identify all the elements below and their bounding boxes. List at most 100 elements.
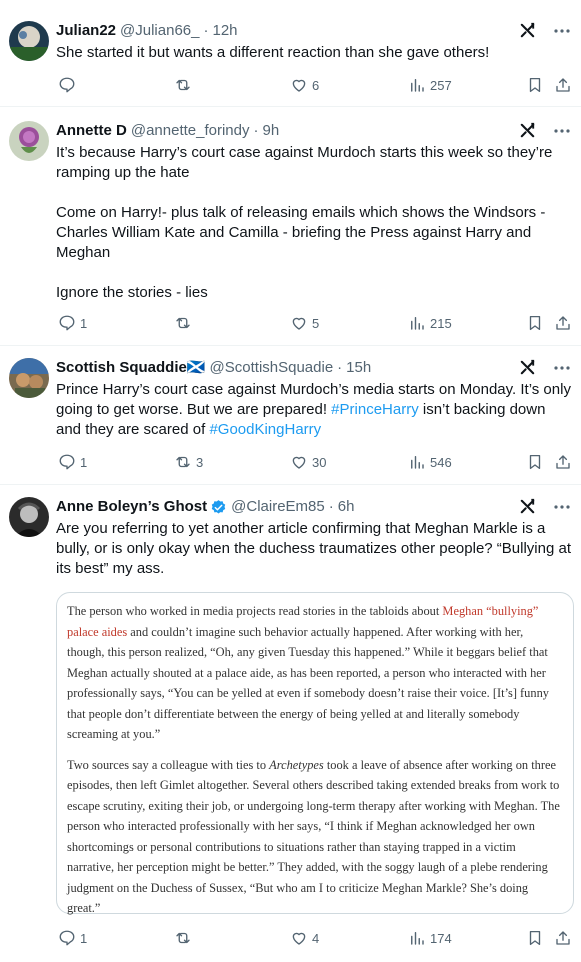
views-button[interactable]: 215 [408, 313, 452, 333]
like-count: 6 [312, 77, 320, 93]
tweet-top-icons [518, 497, 571, 521]
verified-badge-icon [211, 499, 226, 514]
avatar[interactable] [9, 497, 49, 537]
like-button[interactable]: 4 [290, 928, 319, 948]
bookmark-icon [529, 77, 541, 93]
article-italic: Archetypes [269, 757, 324, 772]
like-button[interactable]: 5 [290, 313, 319, 333]
views-button[interactable]: 257 [408, 75, 452, 95]
bookmark-button[interactable] [526, 452, 544, 472]
tweet[interactable]: Annette D @annette_forindy · 9h It’s bec… [0, 107, 581, 346]
separator-dot: · [203, 22, 209, 39]
timestamp[interactable]: 9h [262, 121, 279, 141]
tweet-actions: 1 3 30 546 [56, 452, 571, 472]
share-button[interactable] [554, 452, 572, 472]
user-handle[interactable]: @annette_forindy [131, 121, 250, 141]
timestamp[interactable]: 12h [212, 21, 237, 41]
heart-icon [292, 456, 306, 469]
more-options-icon[interactable] [553, 498, 571, 521]
tweet-top-icons [518, 358, 571, 382]
reply-icon [59, 77, 75, 93]
user-handle[interactable]: @ClaireEm85 [231, 497, 325, 517]
reply-button[interactable]: 1 [58, 928, 87, 948]
more-options-icon[interactable] [553, 122, 571, 145]
views-count: 546 [430, 454, 452, 470]
avatar-image [9, 21, 49, 61]
tweet-actions: 1 5 215 [56, 313, 571, 333]
views-icon [411, 456, 424, 469]
reply-count: 1 [80, 315, 88, 331]
hashtag-link[interactable]: #GoodKingHarry [209, 421, 321, 438]
like-count: 4 [312, 930, 320, 946]
retweet-icon [176, 932, 190, 944]
reply-button[interactable]: 1 [58, 452, 87, 472]
tweet-text: Are you referring to yet another article… [56, 520, 576, 577]
display-name[interactable]: Scottish Squaddie🏴󠁧󠁢󠁳󠁣󠁴󠁿 [56, 358, 206, 378]
share-icon [556, 455, 570, 469]
hashtag-link[interactable]: #PrinceHarry [331, 401, 419, 418]
tweet-text: She started it but wants a different rea… [56, 44, 490, 61]
share-button[interactable] [554, 75, 572, 95]
tweet-header: Scottish Squaddie🏴󠁧󠁢󠁳󠁣󠁴󠁿 @ScottishSquadi… [56, 358, 571, 378]
display-name[interactable]: Julian22 [56, 21, 116, 41]
views-button[interactable]: 174 [408, 928, 452, 948]
timestamp[interactable]: 6h [338, 497, 355, 517]
article-text-part: and couldn’t imagine such behavior actua… [67, 624, 549, 742]
grok-icon[interactable] [518, 358, 537, 382]
user-handle[interactable]: @Julian66_ [120, 21, 199, 41]
tweet[interactable]: Anne Boleyn’s Ghost @ClaireEm85 · 6h Are… [0, 485, 581, 962]
tweet-actions: 6 257 [56, 75, 571, 95]
views-icon [411, 932, 424, 945]
tweet-top-icons [518, 121, 571, 145]
views-count: 215 [430, 315, 452, 331]
bookmark-button[interactable] [526, 928, 544, 948]
tweet-header: Annette D @annette_forindy · 9h [56, 121, 571, 141]
views-icon [411, 79, 424, 92]
article-text-part: took a leave of absence after working on… [67, 757, 560, 916]
views-count: 174 [430, 930, 452, 946]
reply-button[interactable]: 1 [58, 313, 87, 333]
bookmark-icon [529, 454, 541, 470]
avatar[interactable] [9, 358, 49, 398]
bookmark-button[interactable] [526, 75, 544, 95]
separator-dot: · [328, 498, 334, 515]
retweet-count: 3 [196, 454, 204, 470]
like-count: 5 [312, 315, 320, 331]
timestamp[interactable]: 15h [346, 358, 371, 378]
grok-icon[interactable] [518, 497, 537, 521]
user-handle[interactable]: @ScottishSquadie [210, 358, 334, 378]
display-name[interactable]: Anne Boleyn’s Ghost [56, 497, 207, 517]
article-paragraph: The person who worked in media projects … [67, 601, 563, 745]
retweet-button[interactable] [174, 313, 196, 333]
share-button[interactable] [554, 313, 572, 333]
retweet-button[interactable]: 3 [174, 452, 203, 472]
tweet[interactable]: Scottish Squaddie🏴󠁧󠁢󠁳󠁣󠁴󠁿 @ScottishSquadi… [0, 346, 581, 485]
attached-article-image[interactable]: The person who worked in media projects … [56, 592, 574, 915]
avatar[interactable] [9, 121, 49, 161]
retweet-icon [176, 456, 190, 468]
reply-icon [59, 930, 75, 946]
share-icon [556, 931, 570, 945]
more-options-icon[interactable] [553, 22, 571, 45]
retweet-button[interactable] [174, 75, 196, 95]
share-icon [556, 316, 570, 330]
share-button[interactable] [554, 928, 572, 948]
grok-icon[interactable] [518, 21, 537, 45]
display-name[interactable]: Annette D [56, 121, 127, 141]
more-options-icon[interactable] [553, 359, 571, 382]
like-button[interactable]: 6 [290, 75, 319, 95]
reply-icon [59, 454, 75, 470]
avatar-image [9, 358, 49, 398]
bookmark-button[interactable] [526, 313, 544, 333]
grok-icon[interactable] [518, 121, 537, 145]
views-count: 257 [430, 77, 452, 93]
retweet-button[interactable] [174, 928, 196, 948]
views-button[interactable]: 546 [408, 452, 452, 472]
article-text: The person who worked in media projects … [67, 601, 563, 919]
retweet-icon [176, 317, 190, 329]
tweet[interactable]: Julian22 @Julian66_ · 12h She started it… [0, 0, 581, 107]
share-icon [556, 78, 570, 92]
like-button[interactable]: 30 [290, 452, 326, 472]
avatar[interactable] [9, 21, 49, 61]
reply-button[interactable] [58, 75, 80, 95]
